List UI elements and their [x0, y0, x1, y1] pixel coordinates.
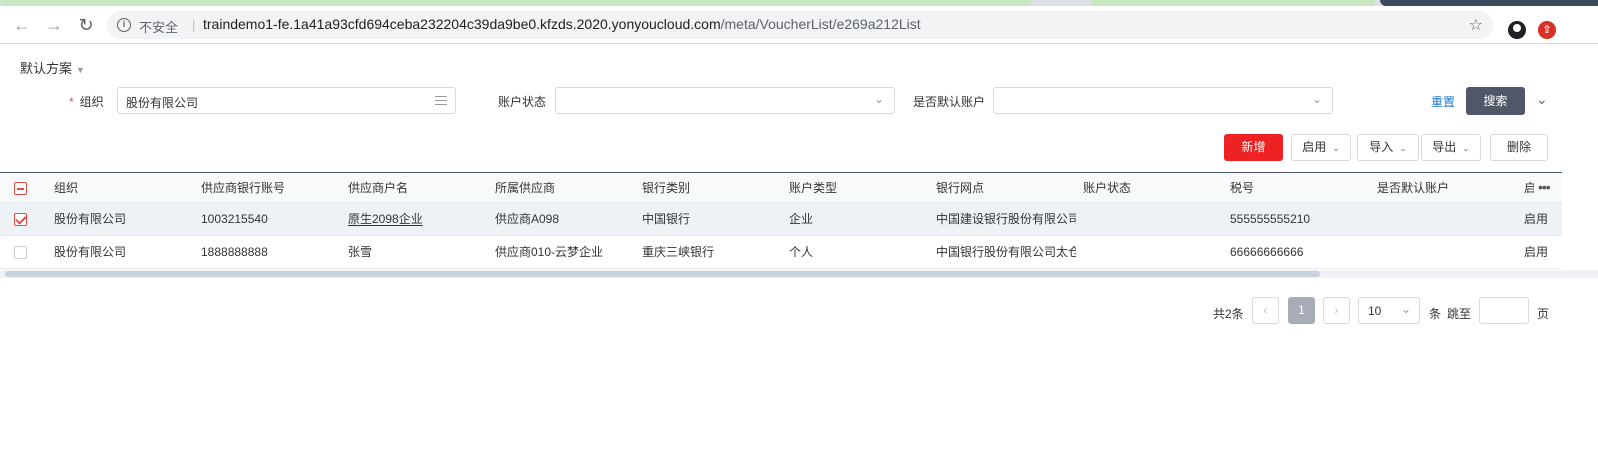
table-cell: 企业 — [789, 212, 814, 226]
row-checkbox[interactable] — [14, 213, 27, 226]
browser-toolbar: ← → ↻ i 不安全 | traindemo1-fe.1a41a93cfd69… — [0, 6, 1598, 44]
export-label: 导出 — [1432, 140, 1457, 154]
url-text[interactable]: traindemo1-fe.1a41a93cfd694ceba232204c39… — [203, 16, 921, 32]
reload-icon[interactable]: ↻ — [76, 15, 96, 35]
column-header[interactable]: 供应商户名 — [348, 173, 408, 204]
page-size-unit: 条 — [1429, 307, 1442, 321]
prev-page-chevron-icon[interactable]: ‹ — [1252, 297, 1279, 324]
table-cell-link[interactable]: 原生2098企业 — [348, 203, 423, 235]
column-header[interactable]: 账户类型 — [789, 173, 837, 204]
column-header[interactable]: 账户状态 — [1083, 173, 1131, 204]
url-path: /meta/VoucherList/e269a212List — [720, 16, 921, 32]
info-icon[interactable]: i — [117, 18, 131, 32]
table-cell: 个人 — [789, 245, 814, 259]
chevron-down-icon: ▼ — [76, 65, 85, 75]
reset-button[interactable]: 重置 — [1431, 93, 1455, 110]
column-header[interactable]: 税号 — [1230, 173, 1254, 204]
expand-filters-chevron-icon[interactable]: ⌄ — [1536, 91, 1548, 108]
delete-button[interactable]: 删除 — [1490, 134, 1548, 161]
column-header[interactable]: 组织 — [54, 173, 78, 204]
table-cell: 供应商010-云梦企业 — [495, 245, 604, 259]
chevron-down-icon: ⌄ — [873, 92, 884, 106]
search-button[interactable]: 搜索 — [1466, 87, 1525, 115]
page-size-value: 10 — [1368, 304, 1382, 318]
import-dropdown-button[interactable]: 导入 ⌄ — [1357, 134, 1419, 161]
table-cell: 555555555210 — [1230, 212, 1311, 226]
import-label: 导入 — [1369, 140, 1394, 154]
filter-scheme-selector[interactable]: 默认方案 ▼ — [20, 58, 85, 77]
column-header[interactable]: 启 — [1524, 173, 1534, 204]
enable-dropdown-button[interactable]: 启用 ⌄ — [1291, 134, 1351, 161]
more-options-icon[interactable]: ••• — [1538, 179, 1551, 195]
default-account-select[interactable]: ⌄ — [993, 87, 1333, 114]
jump-label: 跳至 — [1447, 307, 1472, 321]
table-row[interactable]: 股份有限公司 1888888888 张雪 供应商010-云梦企业 重庆三峡银行 … — [0, 236, 1562, 269]
table-cell: 启用 — [1524, 245, 1549, 259]
enable-label: 启用 — [1302, 140, 1327, 154]
address-bar[interactable]: i 不安全 | traindemo1-fe.1a41a93cfd694ceba2… — [107, 11, 1493, 39]
table-cell: 中国建设银行股份有限公司 — [936, 212, 1076, 226]
scrollbar-thumb[interactable] — [5, 271, 1320, 277]
chevron-down-icon: ⌄ — [1400, 302, 1411, 316]
jump-page-input[interactable] — [1479, 297, 1529, 324]
table-cell: 1003215540 — [201, 212, 268, 226]
chevron-down-icon: ⌄ — [1311, 92, 1322, 106]
extension-icon[interactable]: ⇧ — [1538, 21, 1556, 39]
column-header[interactable]: 银行类别 — [642, 173, 690, 204]
bookmark-star-icon[interactable]: ☆ — [1469, 15, 1483, 35]
insecure-label[interactable]: 不安全 — [139, 17, 178, 36]
horizontal-scrollbar[interactable] — [0, 270, 1598, 278]
table-cell: 股份有限公司 — [54, 245, 127, 259]
select-all-checkbox[interactable] — [14, 182, 27, 195]
table-cell: 供应商A098 — [495, 212, 560, 226]
page-size-select[interactable]: 10 ⌄ — [1358, 297, 1420, 324]
org-reference-input[interactable]: 股份有限公司 — [117, 87, 456, 114]
total-count: 共2条 — [1213, 307, 1244, 321]
column-header[interactable]: 所属供应商 — [495, 173, 555, 204]
page-number[interactable]: 1 — [1288, 297, 1315, 324]
required-asterisk: * — [69, 95, 74, 109]
account-status-select[interactable]: ⌄ — [555, 87, 895, 114]
org-label-text: 组织 — [79, 95, 104, 109]
column-header[interactable]: 银行网点 — [936, 173, 984, 204]
default-account-label: 是否默认账户 — [913, 95, 986, 109]
add-button[interactable]: 新增 — [1224, 134, 1283, 161]
list-icon[interactable] — [435, 96, 447, 106]
omnibox-separator: | — [192, 17, 196, 32]
chevron-down-icon: ⌄ — [1399, 143, 1407, 153]
table-row[interactable]: 股份有限公司 1003215540 原生2098企业 供应商A098 中国银行 … — [0, 203, 1562, 236]
forward-arrow-icon[interactable]: → — [44, 15, 64, 35]
table-header: 组织 供应商银行账号 供应商户名 所属供应商 银行类别 账户类型 银行网点 账户… — [0, 172, 1562, 203]
next-page-chevron-icon[interactable]: › — [1323, 297, 1350, 324]
table-cell: 重庆三峡银行 — [642, 245, 715, 259]
profile-avatar-icon[interactable] — [1508, 21, 1526, 39]
export-dropdown-button[interactable]: 导出 ⌄ — [1421, 134, 1481, 161]
table-cell: 1888888888 — [201, 245, 268, 259]
org-filter-label: * 组织 — [69, 93, 104, 110]
scheme-label: 默认方案 — [20, 61, 73, 76]
chevron-down-icon: ⌄ — [1462, 143, 1470, 153]
table-cell: 启用 — [1524, 212, 1549, 226]
row-checkbox[interactable] — [14, 246, 27, 259]
chevron-down-icon: ⌄ — [1332, 143, 1340, 153]
back-arrow-icon[interactable]: ← — [12, 15, 32, 35]
column-header[interactable]: 供应商银行账号 — [201, 173, 285, 204]
org-input-value: 股份有限公司 — [126, 96, 199, 110]
url-host: traindemo1-fe.1a41a93cfd694ceba232204c39… — [203, 16, 721, 32]
column-header[interactable]: 是否默认账户 — [1377, 173, 1449, 204]
account-status-label: 账户状态 — [498, 95, 547, 109]
table-cell: 中国银行股份有限公司太仓 — [936, 245, 1076, 259]
page-unit: 页 — [1537, 307, 1550, 321]
table-cell: 66666666666 — [1230, 245, 1304, 259]
table-cell: 股份有限公司 — [54, 212, 127, 226]
table-cell: 张雪 — [348, 245, 373, 259]
table-cell: 中国银行 — [642, 212, 691, 226]
